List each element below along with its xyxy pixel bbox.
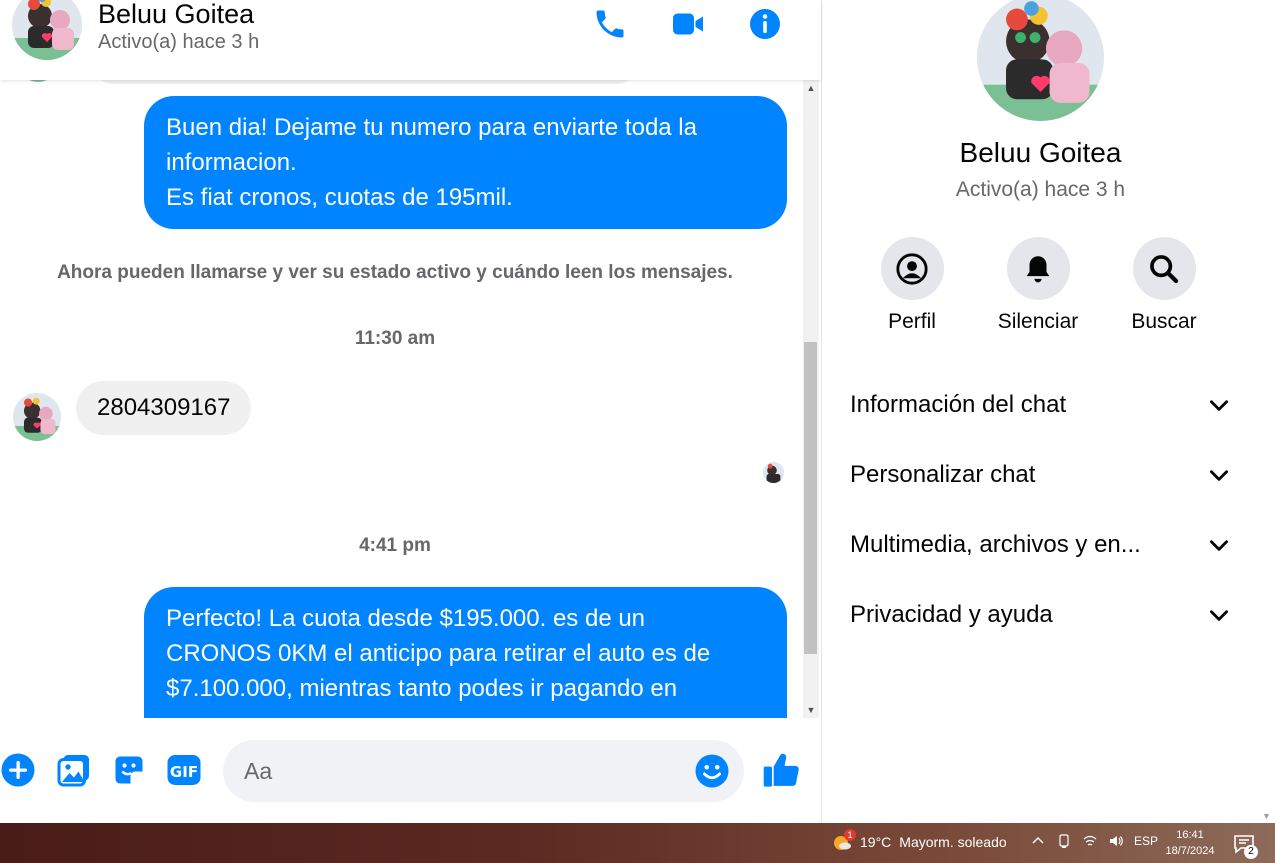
section-chat-info[interactable]: Información del chat <box>850 380 1232 430</box>
svg-text:GIF: GIF <box>170 763 198 781</box>
sticker-button[interactable] <box>111 752 147 788</box>
language-indicator[interactable]: ESP <box>1134 834 1158 848</box>
bell-icon <box>1026 255 1050 282</box>
system-tray: ESP <box>1030 833 1158 849</box>
chevron-up-icon[interactable] <box>1030 833 1046 849</box>
action-label: Buscar <box>1131 310 1197 333</box>
emoji-icon <box>695 754 729 788</box>
notification-count: 2 <box>1244 845 1258 859</box>
info-icon <box>750 9 780 39</box>
scroll-thumb[interactable] <box>804 342 817 654</box>
weather-widget[interactable]: 1 19°C Mayorm. soleado <box>832 829 1007 852</box>
profile-status: Activo(a) hace 3 h <box>955 178 1126 201</box>
sender-avatar[interactable] <box>13 393 61 441</box>
scroll-up-arrow-icon[interactable]: ▲ <box>803 80 819 96</box>
partial-message-bubble <box>95 80 635 84</box>
search-button[interactable] <box>1132 237 1196 300</box>
chevron-down-icon <box>1210 470 1228 481</box>
section-customize-chat[interactable]: Personalizar chat <box>850 450 1232 500</box>
messenger-window: Beluu Goitea Activo(a) hace 3 h Buen dia… <box>0 0 1275 823</box>
clock-time: 16:41 <box>1176 829 1204 841</box>
profile-button[interactable] <box>880 237 944 300</box>
attach-image-button[interactable] <box>56 752 92 788</box>
section-title: Multimedia, archivos y en... <box>850 531 1141 558</box>
panel-scrollbar[interactable]: ▼ <box>1258 0 1275 823</box>
mute-action[interactable]: Silenciar <box>983 237 1093 334</box>
section-title: Personalizar chat <box>850 461 1036 488</box>
volume-icon[interactable] <box>1108 833 1124 849</box>
avatar-photo-icon <box>13 393 61 441</box>
chevron-down-icon <box>1210 540 1228 551</box>
profile-name: Beluu Goitea <box>959 137 1122 168</box>
action-label: Silenciar <box>997 310 1079 333</box>
outgoing-message[interactable]: Buen dia! Dejame tu numero para enviarte… <box>144 96 787 229</box>
message-line: $7.100.000, mientras tanto podes ir paga… <box>166 675 678 702</box>
action-label: Perfil <box>888 310 936 333</box>
temperature: 19°C <box>860 834 892 850</box>
partial-avatar <box>18 80 58 82</box>
message-composer: GIF <box>0 718 821 823</box>
emoji-button[interactable] <box>694 753 730 789</box>
outgoing-message[interactable]: Perfecto! La cuota desde $195.000. es de… <box>144 587 787 718</box>
gif-icon: GIF <box>167 755 201 785</box>
section-title: Privacidad y ayuda <box>850 601 1053 628</box>
clock[interactable]: 16:41 18/7/2024 <box>1160 827 1220 859</box>
search-icon <box>1150 254 1179 283</box>
video-camera-icon <box>673 13 703 35</box>
scroll-down-arrow-icon[interactable]: ▼ <box>803 702 819 718</box>
message-input[interactable] <box>223 740 744 802</box>
section-title: Información del chat <box>850 391 1067 418</box>
contact-status: Activo(a) hace 3 h <box>98 31 260 53</box>
windows-taskbar: 1 19°C Mayorm. soleado ESP 16:41 18/7/20… <box>0 823 1275 863</box>
message-line: Buen dia! Dejame tu numero para enviarte… <box>166 114 697 141</box>
timestamp: 4:41 pm <box>359 535 431 556</box>
chevron-down-icon <box>1210 400 1228 411</box>
chat-header: Beluu Goitea Activo(a) hace 3 h <box>0 0 821 80</box>
scroll-down-arrow-icon[interactable]: ▼ <box>1262 811 1271 821</box>
weather-badge: 1 <box>844 829 856 841</box>
section-privacy-help[interactable]: Privacidad y ayuda <box>850 590 1232 640</box>
contact-avatar[interactable] <box>12 0 82 60</box>
contact-name[interactable]: Beluu Goitea <box>98 0 254 30</box>
device-icon[interactable] <box>1056 833 1072 849</box>
video-call-button[interactable] <box>668 4 708 44</box>
message-line: Es fiat cronos, cuotas de 195mil. <box>166 184 513 211</box>
message-list[interactable]: Buen dia! Dejame tu numero para enviarte… <box>0 80 804 718</box>
mute-button[interactable] <box>1006 237 1070 300</box>
avatar-photo-icon <box>763 462 784 483</box>
avatar-photo-icon <box>977 0 1104 121</box>
timestamp: 11:30 am <box>354 328 436 349</box>
message-line: informacion. <box>166 149 297 176</box>
incoming-message[interactable]: 2804309167 <box>76 381 252 435</box>
more-actions-button[interactable] <box>0 752 36 788</box>
send-like-button[interactable] <box>762 750 802 790</box>
search-action[interactable]: Buscar <box>1109 237 1219 334</box>
section-media-files[interactable]: Multimedia, archivos y en... <box>850 520 1232 570</box>
weather-icon: 1 <box>832 829 856 852</box>
avatar-photo-icon <box>12 0 82 60</box>
sticker-icon <box>115 756 143 784</box>
conversation-info-button[interactable] <box>745 4 785 44</box>
profile-action[interactable]: Perfil <box>857 237 967 334</box>
wifi-icon[interactable] <box>1082 833 1098 849</box>
message-line: Perfecto! La cuota desde $195.000. es de… <box>166 605 646 632</box>
message-line: CRONOS 0KM el anticipo para retirar el a… <box>166 640 711 667</box>
chat-pane: Beluu Goitea Activo(a) hace 3 h Buen dia… <box>0 0 821 823</box>
image-icon <box>57 755 89 787</box>
message-scrollbar[interactable]: ▲ ▼ <box>803 80 819 718</box>
chevron-down-icon <box>1210 610 1228 621</box>
phone-icon <box>596 10 624 38</box>
call-button[interactable] <box>590 4 630 44</box>
profile-icon <box>896 252 928 285</box>
conversation-details-panel: Beluu Goitea Activo(a) hace 3 h Perfil S… <box>821 0 1258 823</box>
clock-date: 18/7/2024 <box>1165 845 1215 857</box>
profile-avatar[interactable] <box>977 0 1104 121</box>
system-notice: Ahora pueden llamarse y ver su estado ac… <box>57 262 733 283</box>
thumbs-up-icon <box>763 753 799 787</box>
gif-button[interactable]: GIF <box>166 752 202 788</box>
read-receipt-avatar <box>763 462 784 483</box>
weather-text: Mayorm. soleado <box>899 834 1007 850</box>
add-icon <box>1 753 35 787</box>
